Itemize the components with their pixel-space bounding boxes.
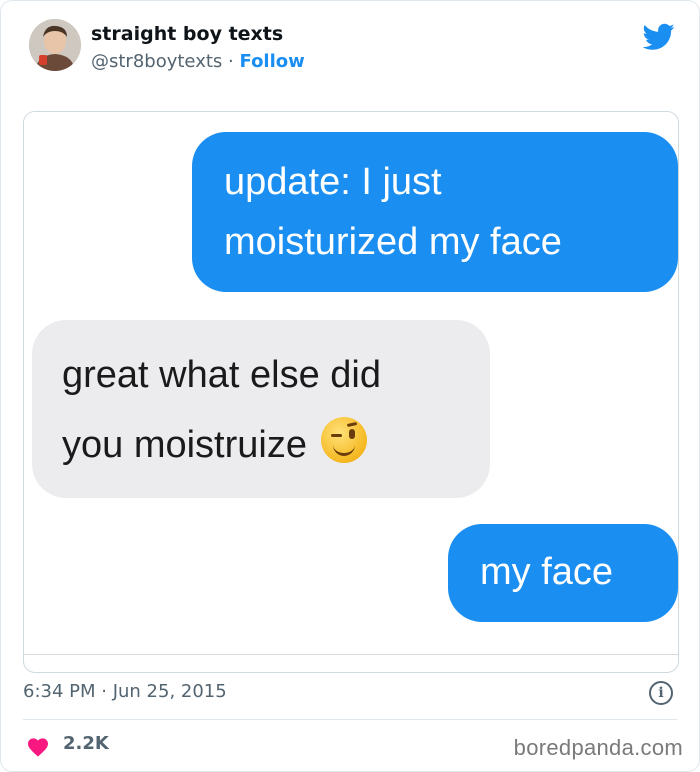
separator: ·: [228, 51, 234, 72]
info-icon[interactable]: i: [649, 681, 673, 705]
message-line: moisturized my face: [224, 221, 562, 263]
message-bubble-outgoing: update: I just moisturized my face: [192, 132, 678, 292]
heart-icon[interactable]: [25, 735, 51, 757]
tweet-card: straight boy texts @str8boytexts · Follo…: [0, 0, 700, 772]
tweet-timestamp[interactable]: 6:34 PM · Jun 25, 2015: [23, 681, 227, 702]
tweet-header: straight boy texts @str8boytexts · Follo…: [29, 19, 679, 83]
display-name[interactable]: straight boy texts: [91, 23, 283, 45]
avatar[interactable]: [29, 19, 81, 71]
message-line-with-emoji: you moistruize: [62, 410, 490, 480]
twitter-bird-icon[interactable]: [643, 23, 675, 51]
handle-line: @str8boytexts · Follow: [91, 51, 305, 72]
message-line: you moistruize: [62, 424, 307, 466]
winking-face-emoji: [320, 417, 367, 463]
message-line: update: I just: [224, 161, 442, 203]
divider: [23, 719, 677, 720]
tweet-media[interactable]: update: I just moisturized my face great…: [23, 111, 679, 673]
message-line: great what else did: [62, 354, 381, 396]
handle[interactable]: @str8boytexts: [91, 51, 222, 72]
follow-button[interactable]: Follow: [240, 51, 305, 72]
like-count: 2.2K: [63, 733, 109, 754]
message-bubble-incoming: great what else did you moistruize: [32, 320, 490, 498]
message-bubble-outgoing: my face: [448, 524, 678, 622]
message-line: my face: [480, 551, 614, 593]
message-screenshot: update: I just moisturized my face great…: [24, 112, 678, 655]
watermark: boredpanda.com: [513, 735, 683, 760]
